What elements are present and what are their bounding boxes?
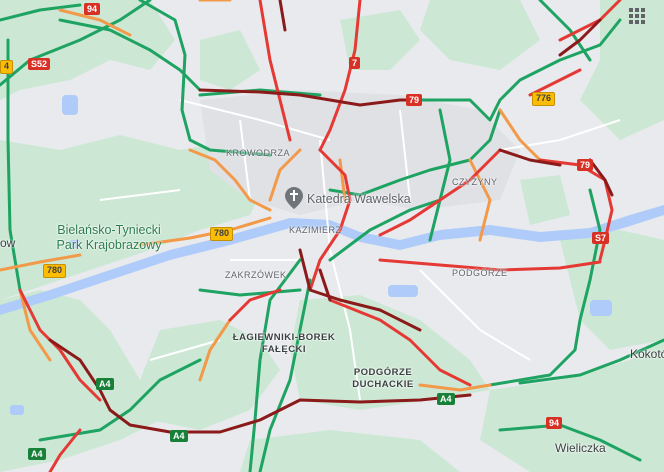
cross-church-icon[interactable] [285,187,303,209]
district-label-zakrzowek: ZAKRZÓWEK [225,270,287,280]
road-shield-79-a: 79 [406,94,423,106]
road-shield-94-top: 94 [84,3,101,15]
district-label-lagiewniki-line2: FAŁĘCKI [261,344,307,355]
district-label-lagiewniki: ŁAGIEWNIKI-BOREK FAŁĘCKI [225,332,343,356]
road-shield-780-a: 780 [210,227,234,241]
district-label-lagiewniki-line1: ŁAGIEWNIKI-BOREK [232,332,336,343]
road-shield-780-b: 780 [43,264,67,278]
map-canvas[interactable]: S52 94 7 79 776 79 S7 780 780 A4 A4 A4 A… [0,0,664,472]
park-label-line2: Park Krajobrazowy [56,238,162,252]
road-shield-a4-d: A4 [28,448,46,460]
district-label-czyzyny: CZYŻYNY [452,177,498,187]
road-shield-a4-c: A4 [437,393,455,405]
district-label-podgorze-duchackie-line1: PODGÓRZE [353,367,413,378]
road-shield-s7: S7 [592,232,610,244]
road-shield-s52: S52 [28,58,51,70]
district-label-kazimierz: KAZIMIERZ [289,225,342,235]
district-label-krowodrza: KROWODRZA [226,148,290,158]
park-label-line1: Bielańsko-Tyniecki [57,223,161,237]
road-shield-a4-b: A4 [170,430,188,442]
road-shield-79-b: 79 [577,159,594,171]
road-shield-7: 7 [349,57,361,69]
city-label-wieliczka: Wieliczka [555,441,606,455]
park-label: Bielańsko-Tyniecki Park Krajobrazowy [44,223,174,253]
road-shield-edge: 4 [0,60,14,74]
district-label-podgorze-duchackie-line2: DUCHACKIE [352,379,414,390]
poi-label-katedra-wawelska[interactable]: Katedra Wawelska [307,192,411,206]
road-shield-a4-a: A4 [96,378,114,390]
district-label-podgorze: PODGÓRZE [452,268,508,278]
district-label-podgorze-duchackie: PODGÓRZE DUCHACKIE [348,367,418,391]
grid-apps-icon[interactable] [629,8,645,24]
city-label-kokotow: Kokotó [630,347,664,361]
road-shield-94-bottom: 94 [546,417,563,429]
road-shield-776: 776 [532,92,556,106]
edge-label: ow [0,236,16,250]
